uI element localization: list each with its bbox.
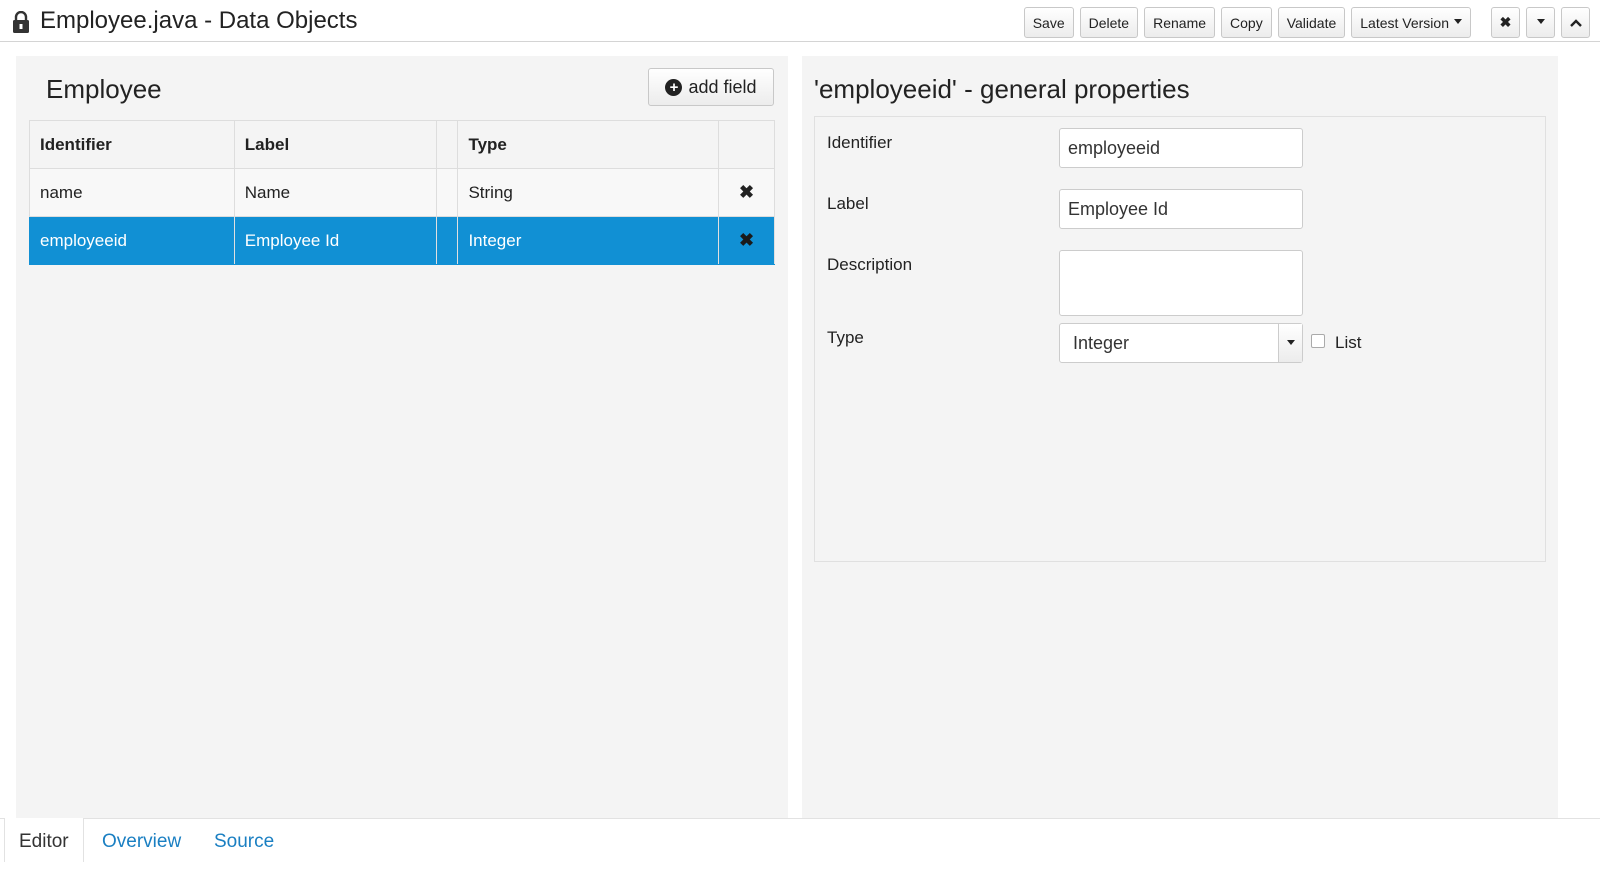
menu-dropdown-button[interactable] <box>1526 7 1555 38</box>
fields-panel: Employee + add field Identifier Label Ty… <box>16 56 788 834</box>
column-header-actions <box>718 120 775 169</box>
table-row-selected[interactable]: employeeid Employee Id Integer ✖ <box>29 216 775 265</box>
cell-label[interactable]: Name <box>233 168 437 217</box>
editor-tabs: Editor Overview Source <box>0 818 1600 878</box>
cell-identifier[interactable]: name <box>29 168 235 217</box>
lock-icon <box>13 11 29 33</box>
type-select-value: Integer <box>1073 332 1130 353</box>
tab-source[interactable]: Source <box>214 831 274 853</box>
chevron-up-icon <box>1569 18 1582 27</box>
add-field-label: add field <box>688 76 757 97</box>
label-field[interactable] <box>1059 189 1303 229</box>
latest-version-label: Latest Version <box>1360 14 1449 31</box>
delete-button[interactable]: Delete <box>1079 7 1139 38</box>
cell-spacer <box>435 216 459 265</box>
type-label: Type <box>827 328 864 347</box>
cell-type[interactable]: String <box>457 168 720 217</box>
column-header-type[interactable]: Type <box>457 120 720 169</box>
identifier-field[interactable] <box>1059 128 1303 168</box>
delete-field-button[interactable]: ✖ <box>718 168 775 217</box>
identifier-label: Identifier <box>827 133 893 152</box>
list-checkbox[interactable] <box>1311 334 1325 348</box>
copy-button[interactable]: Copy <box>1221 7 1272 38</box>
save-button[interactable]: Save <box>1023 7 1074 38</box>
close-button[interactable]: ✖ <box>1491 7 1520 38</box>
caret-down-icon <box>1286 339 1295 345</box>
properties-panel: 'employeeid' - general properties Identi… <box>802 56 1558 834</box>
close-icon: ✖ <box>1499 14 1512 30</box>
remove-icon: ✖ <box>738 182 755 202</box>
type-select-toggle[interactable] <box>1278 324 1302 362</box>
properties-title: 'employeeid' - general properties <box>814 74 1190 104</box>
properties-form: Identifier Label Description Type Intege… <box>814 116 1546 562</box>
cell-identifier[interactable]: employeeid <box>29 216 235 265</box>
column-header-spacer <box>435 120 459 169</box>
title-bar: Employee.java - Data Objects Save Delete… <box>0 0 1600 42</box>
tab-editor[interactable]: Editor <box>19 831 69 853</box>
validate-button[interactable]: Validate <box>1277 7 1346 38</box>
chevron-down-icon <box>1536 19 1545 24</box>
fields-table: Identifier Label Type name Name String ✖… <box>29 120 775 265</box>
label-label: Label <box>827 194 869 213</box>
cell-label[interactable]: Employee Id <box>233 216 437 265</box>
tab-overview[interactable]: Overview <box>102 831 181 853</box>
cell-type[interactable]: Integer <box>457 216 720 265</box>
list-label: List <box>1335 333 1362 352</box>
plus-circle-icon: + <box>665 78 683 96</box>
window-title: Employee.java - Data Objects <box>40 7 358 34</box>
maximize-button[interactable] <box>1561 7 1590 38</box>
caret-down-icon <box>1454 19 1462 24</box>
data-object-name: Employee <box>46 74 162 104</box>
delete-field-button[interactable]: ✖ <box>718 216 775 265</box>
column-header-label[interactable]: Label <box>233 120 437 169</box>
rename-button[interactable]: Rename <box>1144 7 1216 38</box>
list-option: List <box>1311 333 1361 353</box>
table-row[interactable]: name Name String ✖ <box>29 168 775 217</box>
latest-version-dropdown[interactable]: Latest Version <box>1351 7 1471 38</box>
toolbar: Save Delete Rename Copy Validate Latest … <box>1023 7 1590 38</box>
add-field-button[interactable]: + add field <box>648 68 774 106</box>
type-select[interactable]: Integer <box>1059 323 1303 363</box>
cell-spacer <box>435 168 459 217</box>
description-field[interactable] <box>1059 250 1303 316</box>
table-header-row: Identifier Label Type <box>29 120 775 169</box>
description-label: Description <box>827 255 913 274</box>
remove-icon: ✖ <box>738 230 755 250</box>
column-header-identifier[interactable]: Identifier <box>29 120 235 169</box>
